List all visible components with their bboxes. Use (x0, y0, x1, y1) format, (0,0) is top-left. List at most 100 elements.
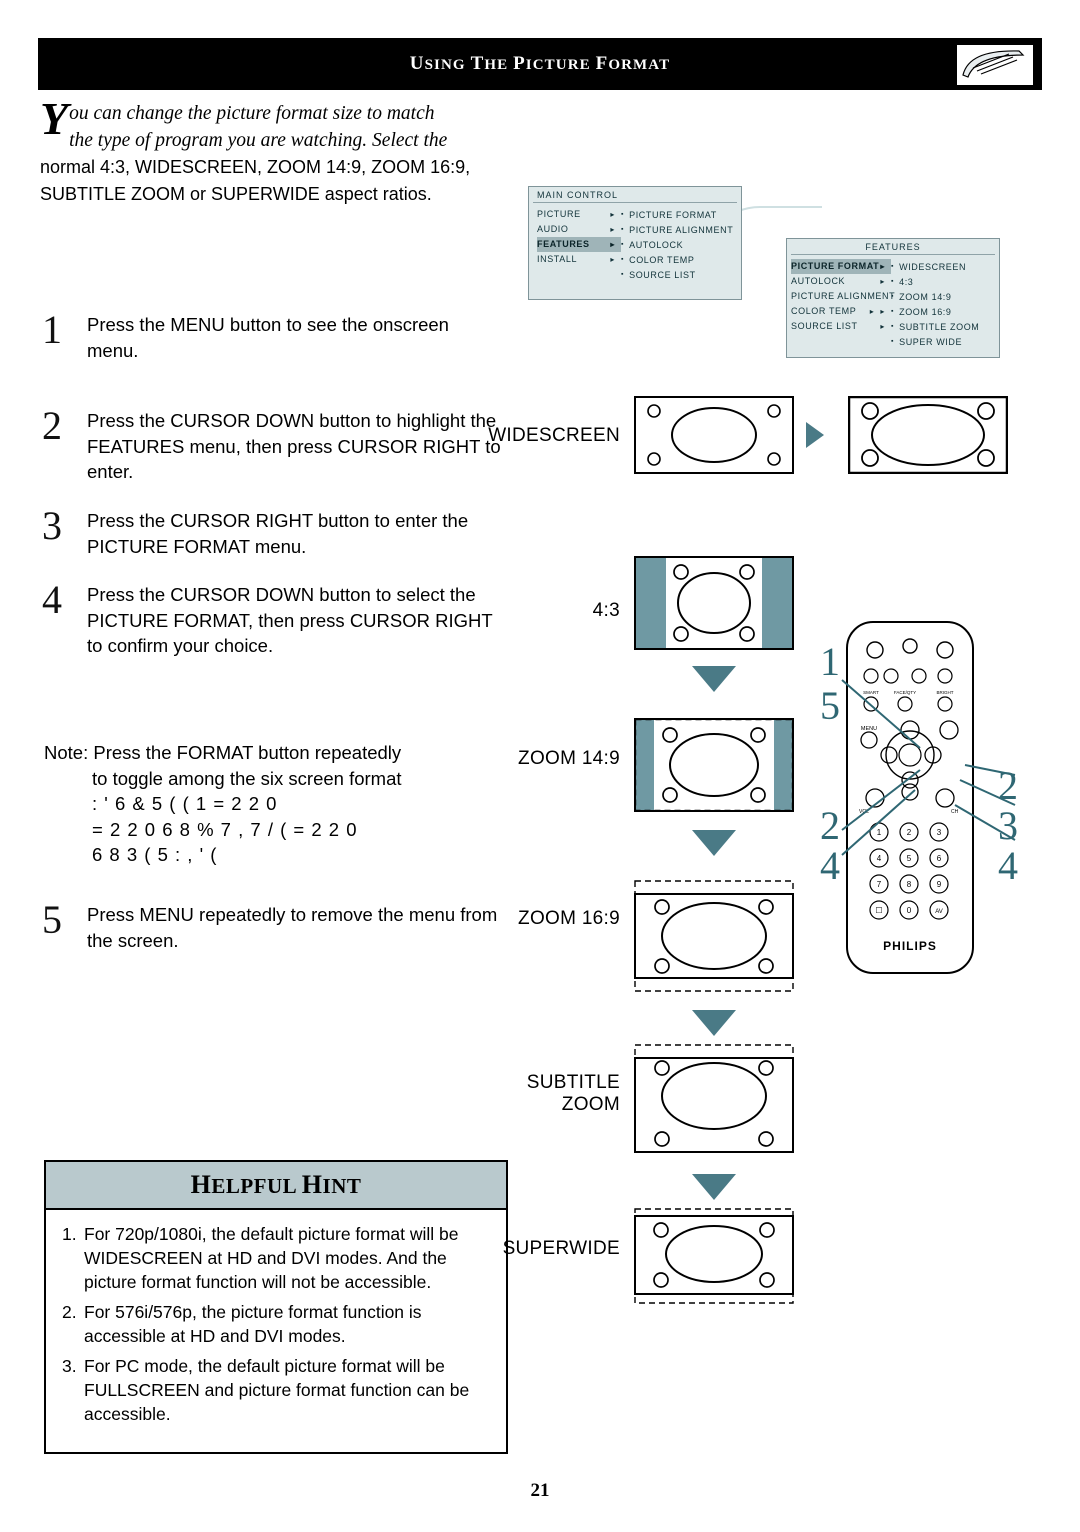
chevron-right-icon: ▸ (880, 262, 885, 271)
osd-format-4-3[interactable]: ▪ 4:3 (891, 274, 999, 289)
osd-item-picture[interactable]: PICTURE ▸ (537, 207, 621, 222)
chevron-right-icon: ▸ (869, 307, 875, 316)
hint-item: 3. For PC mode, the default picture form… (62, 1354, 492, 1426)
osd-subitem-source-list[interactable]: ▪ SOURCE LIST (621, 267, 741, 282)
osd-divider (791, 254, 995, 255)
bullet-icon: ▪ (621, 211, 625, 218)
osd-item-picture-alignment[interactable]: PICTURE ALIGNMENT ▸ (791, 289, 895, 316)
callout-1: 1 (820, 639, 840, 684)
hint-item-number: 2. (62, 1302, 77, 1322)
step-2: 2 Press the CURSOR DOWN button to highli… (42, 403, 502, 485)
osd-features-right-column: ▪ WIDESCREEN ▪ 4:3 ▪ ZOOM 14:9 ▪ ZOOM 16:9 ▪… (891, 259, 999, 349)
intro-line-3: normal 4:3, WIDESCREEN, ZOOM 14:9, ZOOM … (40, 157, 471, 177)
step-1-text: Press the MENU button to see the onscree… (87, 314, 449, 361)
bullet-icon: ▪ (621, 256, 625, 263)
osd-subitem-picture-format[interactable]: ▪ PICTURE FORMAT (621, 207, 741, 222)
osd-item-picture-format[interactable]: PICTURE FORMAT ▸ (791, 259, 891, 274)
osd-item-source-list[interactable]: SOURCE LIST ▸ (791, 319, 891, 334)
bullet-icon: ▪ (891, 338, 895, 345)
bullet-icon: ▪ (891, 308, 895, 315)
arrow-down-icon (692, 666, 736, 692)
bullet-icon: ▪ (621, 271, 625, 278)
step-3-number: 3 (42, 503, 62, 548)
chevron-right-icon: ▸ (610, 210, 615, 219)
tv-illustration-widescreen-after (847, 395, 1009, 479)
format-label-subtitle-zoom-line2: ZOOM (561, 1094, 620, 1115)
note-line-3: : ' 6 & 5 ( ( 1 = 2 2 0 (92, 793, 278, 814)
osd-item-label: INSTALL (537, 254, 578, 264)
page-header-title: USING THE PICTURE FORMAT (409, 53, 671, 74)
tv-illustration-4-3 (634, 556, 794, 655)
osd-item-label: PICTURE (537, 209, 581, 219)
chevron-right-icon: ▸ (880, 307, 885, 316)
osd-subitem-label: COLOR TEMP (629, 255, 695, 265)
osd-item-color-temp[interactable]: COLOR TEMP ▸ (791, 304, 891, 319)
hint-item-number: 3. (62, 1356, 77, 1376)
format-label-subtitle-zoom-line1: SUBTITLE (526, 1072, 620, 1093)
osd-item-features[interactable]: FEATURES ▸ (537, 237, 621, 252)
hint-item-text: For 576i/576p, the picture format functi… (84, 1302, 422, 1346)
osd-subitem-label: AUTOLOCK (629, 240, 684, 250)
osd-subitem-label: PICTURE ALIGNMENT (629, 225, 734, 235)
osd-features-left-column: PICTURE FORMAT ▸ AUTOLOCK ▸ PICTURE ALIGNM… (787, 259, 895, 349)
osd-format-super-wide[interactable]: ▪ SUPER WIDE (891, 334, 999, 349)
osd-subitem-picture-alignment[interactable]: ▪ PICTURE ALIGNMENT (621, 222, 741, 237)
osd-item-label: AUDIO (537, 224, 569, 234)
chevron-right-icon: ▸ (610, 255, 615, 264)
osd-item-label: FEATURES (537, 239, 590, 249)
osd-subitem-label: SUPER WIDE (899, 337, 963, 347)
step-3-text: Press the CURSOR RIGHT button to enter t… (87, 510, 469, 557)
arrow-down-icon (692, 1010, 736, 1036)
format-label-zoom-16-9: ZOOM 16:9 (518, 908, 620, 929)
osd-subitem-label: SOURCE LIST (629, 270, 696, 280)
osd-main-left-column: PICTURE ▸ AUDIO ▸ FEATURES ▸ INSTALL ▸ (529, 207, 621, 282)
osd-format-subtitle-zoom[interactable]: ▪ SUBTITLE ZOOM (891, 319, 999, 334)
intro-dropcap: Y (40, 93, 69, 144)
chevron-right-icon: ▸ (610, 225, 615, 234)
chevron-right-icon: ▸ (610, 240, 615, 249)
note-line-5: 6 8 3 ( 5 : , ' ( (92, 844, 218, 865)
osd-subitem-autolock[interactable]: ▪ AUTOLOCK (621, 237, 741, 252)
format-label-4-3: 4:3 (592, 600, 620, 621)
helpful-hint-box: HELPFUL HINT 1. For 720p/1080i, the defa… (44, 1160, 508, 1454)
osd-format-zoom-14-9[interactable]: ▪ ZOOM 14:9 (891, 289, 999, 304)
osd-features-menu: FEATURES PICTURE FORMAT ▸ AUTOLOCK ▸ PICTU… (786, 238, 1000, 358)
osd-subitem-label: WIDESCREEN (899, 262, 967, 272)
callout-4-right: 4 (998, 843, 1018, 888)
osd-item-label: COLOR TEMP (791, 306, 857, 316)
osd-subitem-label: 4:3 (899, 277, 914, 287)
osd-item-autolock[interactable]: AUTOLOCK ▸ (791, 274, 891, 289)
osd-format-zoom-16-9[interactable]: ▪ ZOOM 16:9 (891, 304, 999, 319)
osd-item-label: PICTURE FORMAT (791, 261, 880, 271)
osd-main-control: MAIN CONTROL PICTURE ▸ AUDIO ▸ FEATURES ▸ I… (528, 186, 742, 300)
format-label-subtitle-zoom: SUBTITLE ZOOM (420, 1072, 620, 1116)
osd-main-right-column: ▪ PICTURE FORMAT ▪ PICTURE ALIGNMENT ▪ AUTO… (621, 207, 741, 282)
chevron-right-icon: ▸ (880, 277, 885, 286)
step-4-number: 4 (42, 577, 62, 622)
bullet-icon: ▪ (891, 323, 895, 330)
osd-item-install[interactable]: INSTALL ▸ (537, 252, 621, 267)
osd-subitem-color-temp[interactable]: ▪ COLOR TEMP (621, 252, 741, 267)
osd-item-audio[interactable]: AUDIO ▸ (537, 222, 621, 237)
note-line-4: = 2 2 0 6 8 % 7 , 7 / ( = 2 2 0 (92, 818, 358, 840)
page-header: USING THE PICTURE FORMAT (38, 38, 1042, 90)
osd-main-title: MAIN CONTROL (537, 190, 619, 200)
callout-4-left: 4 (820, 843, 840, 888)
bullet-icon: ▪ (891, 278, 895, 285)
osd-subitem-label: ZOOM 16:9 (899, 307, 952, 317)
osd-features-title: FEATURES (865, 242, 921, 252)
arrow-down-icon (692, 830, 736, 856)
step-2-number: 2 (42, 403, 62, 448)
callout-5: 5 (820, 683, 840, 728)
osd-format-widescreen[interactable]: ▪ WIDESCREEN (891, 259, 999, 274)
tv-illustration-superwide (634, 1208, 794, 1309)
osd-divider (533, 202, 737, 203)
hint-item-text: For PC mode, the default picture format … (84, 1356, 470, 1424)
hint-item-number: 1. (62, 1224, 77, 1244)
bullet-icon: ▪ (621, 226, 625, 233)
intro-line-1: ou can change the picture format size to… (69, 103, 435, 124)
bullet-icon: ▪ (621, 241, 625, 248)
svg-text:PHILIPS: PHILIPS (883, 939, 937, 953)
osd-subitem-label: SUBTITLE ZOOM (899, 322, 980, 332)
step-1: 1 Press the MENU button to see the onscr… (42, 307, 502, 363)
